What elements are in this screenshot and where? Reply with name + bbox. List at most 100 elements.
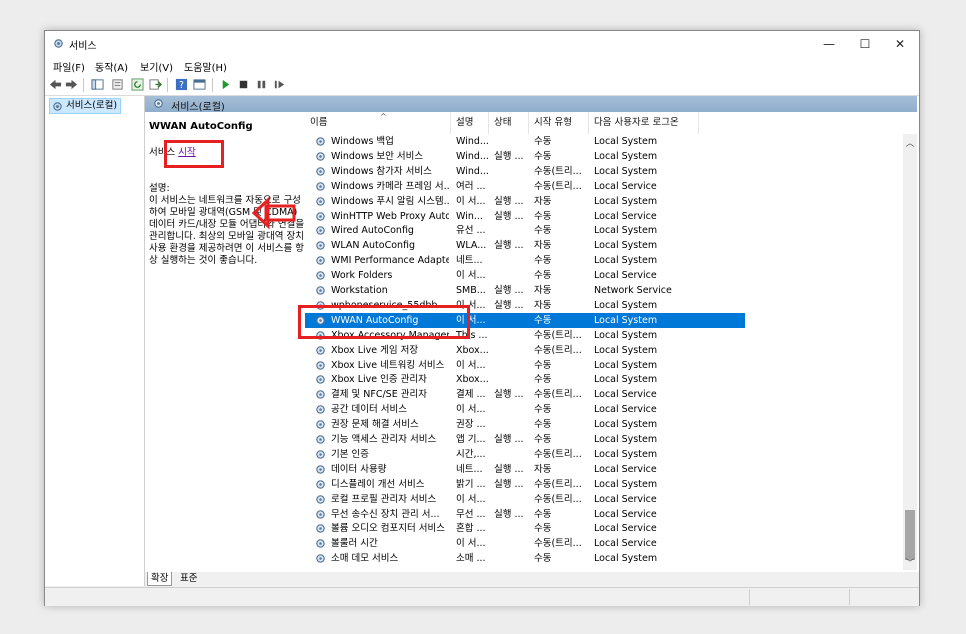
service-status-cell: 실행 ... bbox=[494, 389, 524, 401]
table-row[interactable]: WLAN AutoConfig WLA... 실행 ... 자동 Local Syste… bbox=[305, 238, 745, 253]
forward-icon[interactable] bbox=[65, 78, 78, 91]
service-description-cell: 유선 ... bbox=[456, 225, 486, 237]
menu-help[interactable]: 도움말(H) bbox=[184, 59, 227, 74]
service-description-cell: 네트... bbox=[456, 255, 483, 267]
table-row[interactable]: 공간 데이터 서비스 이 서... 수동 Local Service bbox=[305, 402, 745, 417]
column-header-log-on-as[interactable]: 다음 사용자로 로그온 bbox=[589, 112, 699, 134]
table-row[interactable]: 디스플레이 개선 서비스 밝기 ... 실행 ... 수동(트리... Local Sy… bbox=[305, 477, 745, 492]
table-row[interactable]: 볼룰러 시간 이 서... 수동(트리... Local Service bbox=[305, 536, 745, 551]
tree-item-services-local[interactable]: 서비스(로컬) bbox=[49, 98, 122, 114]
column-header-name[interactable]: 이름 ^ bbox=[305, 112, 451, 134]
service-startup-cell: 수동 bbox=[534, 404, 552, 416]
properties-icon[interactable] bbox=[111, 78, 124, 91]
table-row[interactable]: Work Folders 이 서... 수동 Local Service bbox=[305, 268, 745, 283]
table-row[interactable]: WinHTTP Web Proxy Auto-... Win... 실행 ... 수동… bbox=[305, 209, 745, 224]
gear-icon bbox=[316, 196, 325, 206]
service-logon-cell: Local Service bbox=[594, 508, 657, 520]
gear-icon bbox=[316, 435, 325, 444]
service-name-cell: Workstation bbox=[331, 285, 388, 296]
gear-icon bbox=[316, 554, 325, 563]
table-row[interactable]: 데이터 사용량 네트... 실행 ... 자동 Local Service bbox=[305, 462, 745, 477]
service-name-cell: 기능 액세스 관리자 서비스 bbox=[331, 434, 437, 445]
back-icon[interactable] bbox=[49, 78, 62, 91]
service-name-cell: 디스플레이 개선 서비스 bbox=[331, 478, 425, 490]
refresh-icon[interactable] bbox=[131, 78, 144, 91]
menu-view[interactable]: 보기(V) bbox=[140, 59, 173, 74]
service-startup-cell: 수동(트리... bbox=[534, 478, 582, 490]
svg-text:?: ? bbox=[179, 80, 184, 91]
table-row[interactable]: Xbox Live 네트워킹 서비스 이 서... 수동 Local System bbox=[305, 358, 745, 373]
service-logon-cell: Local System bbox=[594, 150, 658, 162]
services-window: 서비스 — ☐ ✕ 파일(F) 동작(A) 보기(V) 도움말(H) ? 서비스… bbox=[44, 30, 920, 606]
table-row[interactable]: Windows 보안 서비스 Wind... 실행 ... 수동 Local Syste… bbox=[305, 149, 745, 164]
table-row[interactable]: Xbox Live 게임 저장 Xbox... 수동(트리... Local Syst… bbox=[305, 343, 745, 358]
restart-icon[interactable] bbox=[273, 78, 286, 91]
scroll-down-icon[interactable]: ﹀ bbox=[905, 556, 915, 569]
service-description-cell: 네트... bbox=[456, 463, 483, 475]
table-row[interactable]: 볼륨 오디오 컴포지터 서비스 혼합 ... 수동 Local Service bbox=[305, 521, 745, 536]
service-status-cell: 실행 ... bbox=[494, 240, 524, 252]
table-row[interactable]: Workstation SMB... 실행 ... 자동 Network Service bbox=[305, 283, 745, 298]
service-name-cell: Xbox Live 인증 관리자 bbox=[331, 374, 427, 386]
console-tree-icon[interactable] bbox=[91, 78, 104, 91]
service-description-cell: 이 서... bbox=[456, 538, 486, 550]
content-pane: 서비스(로컬) WWAN AutoConfig 서비스 시작 설명: 이 서비스… bbox=[145, 96, 919, 586]
table-row[interactable]: 기본 인증 시간,... 수동(트리... Local System bbox=[305, 447, 745, 462]
service-startup-cell: 수동(트리... bbox=[534, 493, 582, 505]
service-startup-cell: 자동 bbox=[534, 463, 552, 475]
service-description-cell: 이 서... bbox=[456, 404, 486, 416]
maximize-button[interactable]: ☐ bbox=[848, 33, 882, 55]
table-row[interactable]: Windows 백업 Wind... 수동 Local System bbox=[305, 134, 745, 149]
tab-extended[interactable]: 확장 bbox=[147, 572, 173, 586]
table-row[interactable]: 무선 송수신 장치 관리 서... 무선 ... 실행 ... 수동 Local Ser… bbox=[305, 507, 745, 522]
column-header-status[interactable]: 상태 bbox=[489, 112, 529, 134]
stop-icon[interactable] bbox=[237, 78, 250, 91]
table-row[interactable]: 기능 액세스 관리자 서비스 앱 기... 실행 ... 수동 Local System bbox=[305, 432, 745, 447]
view-icon[interactable] bbox=[193, 78, 206, 91]
service-description-cell: 권장 ... bbox=[456, 419, 486, 431]
table-row[interactable]: 소매 데모 서비스 소매 ... 수동 Local System bbox=[305, 551, 745, 566]
content-header: 서비스(로컬) bbox=[145, 96, 917, 113]
table-row[interactable]: 로컬 프로필 관리자 서비스 이 서... 수동(트리... Local Servic… bbox=[305, 492, 745, 507]
column-header-description[interactable]: 설명 bbox=[451, 112, 489, 134]
table-row[interactable]: Windows 참가자 서비스 Wind... 수동(트리... Local Syst… bbox=[305, 164, 745, 179]
table-row[interactable]: Wired AutoConfig 유선 ... 수동 Local System bbox=[305, 223, 745, 238]
vertical-scrollbar[interactable]: ︿ ﹀ bbox=[903, 134, 917, 570]
table-row[interactable]: Windows 푸시 알림 시스템... 이 서... 실행 ... 자동 Local … bbox=[305, 194, 745, 209]
gear-icon bbox=[316, 241, 325, 251]
service-startup-cell: 수동 bbox=[534, 508, 552, 520]
menu-action[interactable]: 동작(A) bbox=[95, 59, 128, 74]
table-row[interactable]: Xbox Live 인증 관리자 Xbox... 수동 Local System bbox=[305, 372, 745, 387]
title-bar[interactable]: 서비스 — ☐ ✕ bbox=[45, 31, 919, 57]
service-logon-cell: Local System bbox=[594, 329, 658, 341]
services-list[interactable]: 이름 ^ 설명 상태 시작 유형 다음 사용자로 로그온 ︿ ﹀ Windows… bbox=[305, 112, 919, 570]
menu-file[interactable]: 파일(F) bbox=[53, 59, 85, 74]
scroll-up-icon[interactable]: ︿ bbox=[905, 136, 915, 149]
description-pane: WWAN AutoConfig 서비스 시작 설명: 이 서비스는 네트워크를 … bbox=[149, 116, 309, 572]
service-logon-cell: Local System bbox=[594, 434, 658, 445]
table-row[interactable]: 권장 문제 해결 서비스 권장 ... 수동 Local System bbox=[305, 417, 745, 432]
gear-icon bbox=[316, 539, 325, 549]
gear-icon bbox=[316, 286, 325, 295]
service-name-cell: WLAN AutoConfig bbox=[331, 240, 416, 252]
service-logon-cell: Local System bbox=[594, 136, 658, 147]
pause-icon[interactable] bbox=[255, 78, 268, 91]
scrollbar-thumb[interactable] bbox=[905, 510, 915, 560]
column-header-startup-type[interactable]: 시작 유형 bbox=[529, 112, 589, 134]
service-description-cell: 앱 기... bbox=[456, 434, 486, 445]
table-row[interactable]: WMI Performance Adapter 네트... 수동 Local Syst… bbox=[305, 253, 745, 268]
table-row[interactable]: 결제 및 NFC/SE 관리자 결제 ... 실행 ... 수동(트리... Local… bbox=[305, 387, 745, 402]
service-status-cell: 실행 ... bbox=[494, 195, 524, 207]
status-separator bbox=[849, 589, 850, 605]
export-icon[interactable] bbox=[149, 78, 162, 91]
tab-standard[interactable]: 표준 bbox=[177, 572, 200, 585]
help-icon[interactable]: ? bbox=[175, 78, 188, 91]
service-logon-cell: Local System bbox=[594, 240, 658, 252]
play-icon[interactable] bbox=[219, 78, 232, 91]
minimize-button[interactable]: — bbox=[812, 33, 846, 55]
service-name-cell: Xbox Live 게임 저장 bbox=[331, 344, 419, 356]
close-button[interactable]: ✕ bbox=[883, 33, 917, 55]
service-startup-cell: 수동 bbox=[534, 523, 552, 535]
table-row[interactable]: Windows 카메라 프레임 서... 여러 ... 수동(트리... Local … bbox=[305, 179, 745, 194]
service-description-cell: 밝기 ... bbox=[456, 478, 486, 490]
